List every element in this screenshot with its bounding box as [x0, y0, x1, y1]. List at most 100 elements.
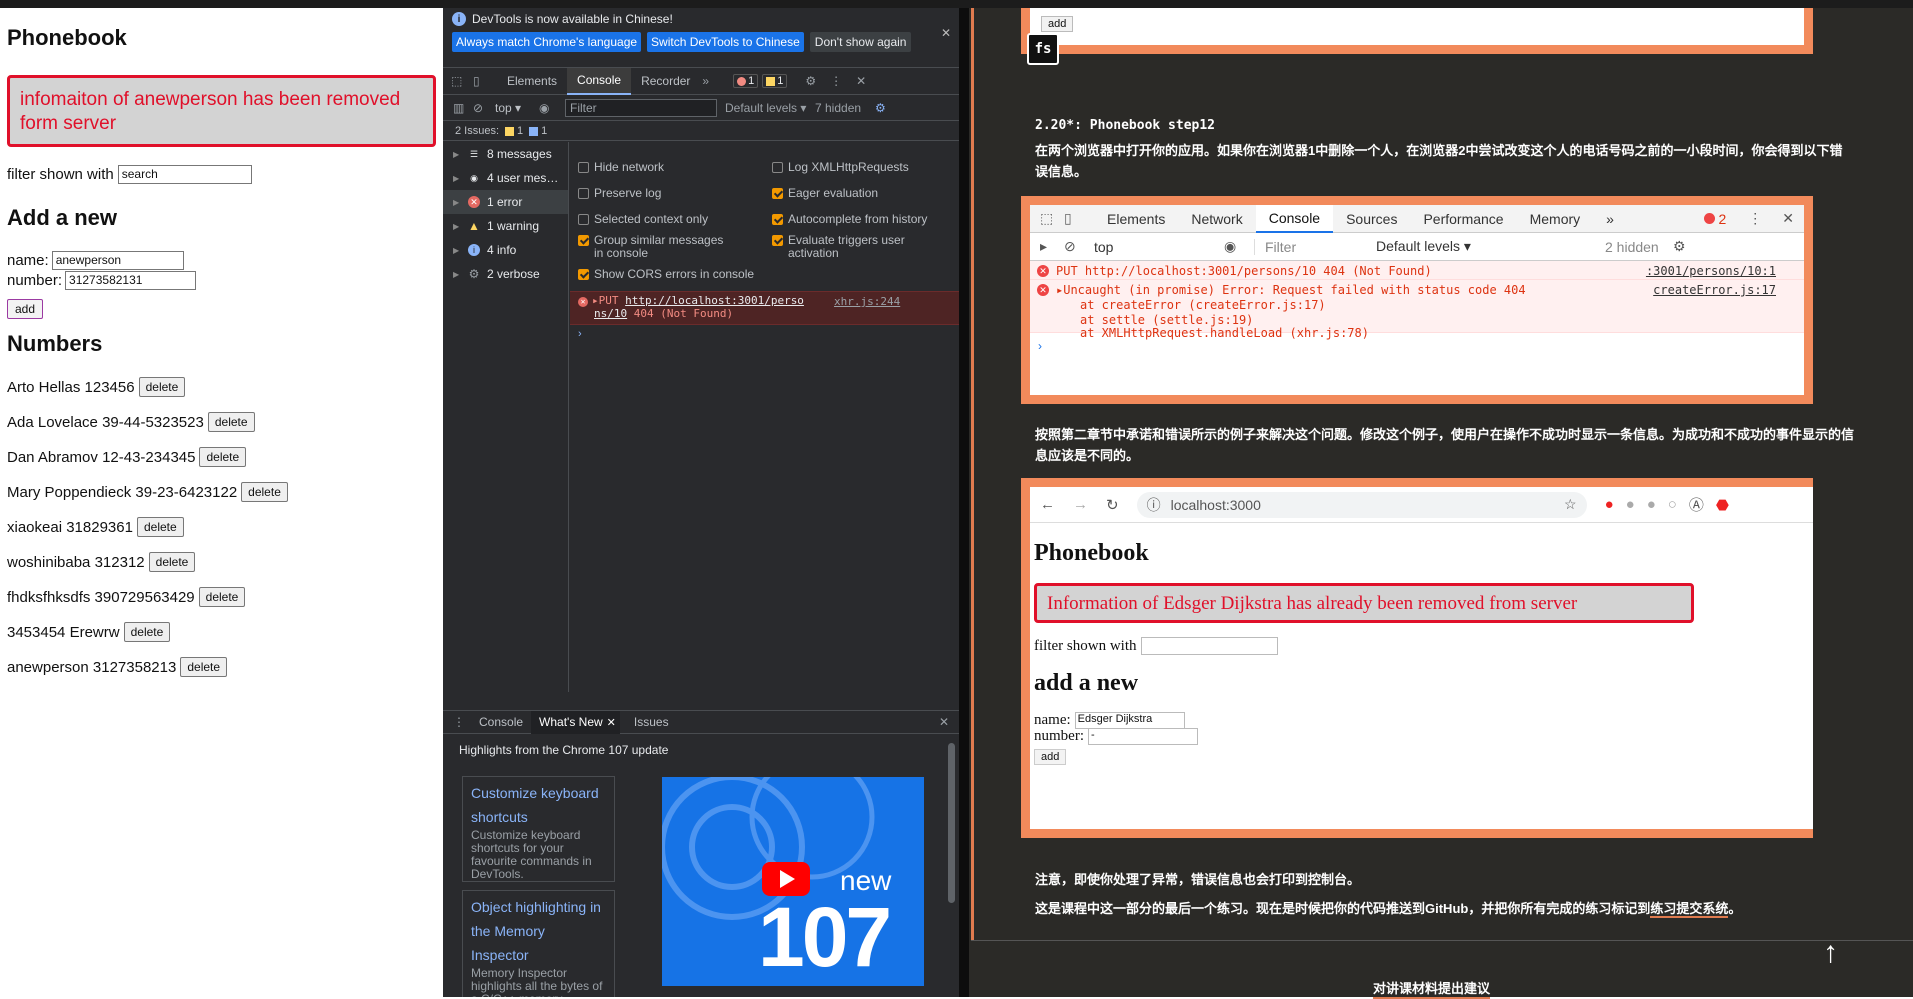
sidebar-item-messages[interactable]: ▶ ☰ 8 messages — [443, 142, 568, 166]
error-status: 404 (Not Found) — [633, 307, 734, 320]
filter-input[interactable]: search — [117, 165, 252, 184]
eager-eval-checkbox[interactable]: Eager evaluation — [772, 187, 878, 200]
dont-show-again-button[interactable]: Don't show again — [809, 32, 912, 52]
delete-button[interactable]: delete — [199, 447, 247, 467]
extension-icon: Ⓐ — [1688, 497, 1704, 514]
device-toggle-icon: ▯ — [1064, 210, 1072, 226]
console-prompt[interactable]: › — [578, 328, 582, 340]
sidebar-item-info[interactable]: ▶ i 4 info — [443, 238, 568, 262]
person-name: Arto Hellas — [7, 378, 81, 396]
error-source: :3001/persons/10:1 — [1645, 264, 1776, 278]
scroll-to-top-icon[interactable]: ↑ — [1823, 936, 1838, 970]
eye-icon[interactable]: ◉ — [539, 101, 559, 115]
sidebar-item-label: 4 info — [487, 243, 517, 257]
gear-icon: ⚙ — [468, 267, 480, 281]
settings-icon[interactable]: ⚙ — [805, 74, 816, 88]
drawer-tab-console[interactable]: Console — [471, 711, 531, 734]
delete-button[interactable]: delete — [241, 482, 288, 502]
device-toggle-icon[interactable]: ▯ — [473, 74, 497, 88]
hide-network-checkbox[interactable]: Hide network — [578, 161, 664, 174]
switch-chinese-button[interactable]: Switch DevTools to Chinese — [647, 32, 804, 52]
card-description: Customize keyboard shortcuts for your fa… — [471, 828, 592, 881]
clear-console-icon[interactable]: ⊘ — [473, 101, 495, 115]
drawer-tab-whats-new[interactable]: What's New — [531, 710, 611, 734]
kebab-menu-icon[interactable]: ⋮ — [830, 74, 842, 88]
drawer-scrollbar[interactable] — [948, 743, 955, 903]
show-cors-checkbox[interactable]: Show CORS errors in console — [578, 268, 754, 281]
evaluate-triggers-checkbox[interactable]: Evaluate triggers user activation — [772, 234, 922, 260]
more-tabs-icon[interactable]: » — [702, 74, 709, 88]
fs-logo[interactable]: fs — [1027, 33, 1059, 65]
delete-button[interactable]: delete — [138, 377, 186, 397]
match-language-button[interactable]: Always match Chrome's language — [452, 32, 642, 52]
name-input[interactable]: anewperson — [51, 251, 184, 270]
sidebar-item-user-messages[interactable]: ▶ ◉ 4 user mes… — [443, 166, 568, 190]
list-item: fhdksfhksdfs 390729563429 delete — [7, 587, 246, 607]
sidebar-toggle-icon[interactable]: ▥ — [453, 101, 473, 115]
close-tab-icon[interactable]: ✕ — [606, 710, 620, 734]
autocomplete-checkbox[interactable]: Autocomplete from history — [772, 213, 927, 226]
eye-icon: ◉ — [1224, 238, 1237, 254]
delete-button[interactable]: delete — [180, 657, 228, 677]
drawer-menu-icon[interactable]: ⋮ — [453, 715, 465, 729]
submission-system-link[interactable]: 练习提交系统 — [1650, 901, 1729, 918]
tab-console[interactable]: Console — [567, 67, 632, 95]
tab-elements[interactable]: Elements — [497, 68, 567, 95]
feedback-link[interactable]: 对讲课材料提出建议 — [1373, 978, 1491, 999]
sidebar-item-errors[interactable]: ▶ ✕ 1 error — [443, 190, 568, 214]
delete-button[interactable]: delete — [148, 552, 196, 572]
card-title[interactable]: Customize keyboard shortcuts — [471, 781, 606, 829]
inspect-icon[interactable]: ⬚ — [451, 74, 473, 88]
number-input[interactable]: 31273582131 — [65, 271, 197, 290]
delete-button[interactable]: delete — [198, 587, 246, 607]
error-source-link[interactable]: xhr.js:244 — [834, 295, 900, 308]
warning-badge[interactable]: 1 — [762, 74, 788, 88]
error-icon: ✕ — [1037, 284, 1049, 296]
context-selector[interactable]: top ▾ — [495, 101, 539, 115]
console-settings-icon[interactable]: ⚙ — [875, 101, 886, 115]
error-icon — [1704, 213, 1716, 224]
error-icon: ✕ — [468, 196, 480, 208]
card-title[interactable]: Object highlighting in the Memory Inspec… — [471, 895, 606, 967]
sidebar-item-label: 1 error — [487, 195, 523, 209]
add-button[interactable]: add — [7, 299, 44, 319]
error-url[interactable]: http://localhost:3001/perso — [625, 294, 804, 307]
error-url-cont[interactable]: ns/10 — [594, 307, 627, 320]
whats-new-card[interactable]: Customize keyboard shortcuts Customize k… — [462, 776, 615, 882]
list-item: xiaokeai 31829361 delete — [7, 517, 184, 537]
group-similar-checkbox[interactable]: Group similar messages in console — [578, 234, 728, 260]
tab-recorder[interactable]: Recorder — [631, 68, 700, 95]
promo-version-text: 107 — [758, 890, 892, 984]
delete-button[interactable]: delete — [136, 517, 184, 537]
person-number: Erewrw — [69, 623, 120, 641]
whats-new-card[interactable]: Object highlighting in the Memory Inspec… — [462, 890, 615, 997]
chrome-107-promo-image[interactable]: new 107 — [662, 777, 924, 986]
split-divider[interactable] — [959, 8, 969, 997]
add-new-title: Add a new — [7, 205, 118, 230]
issues-label: 2 Issues: — [455, 125, 500, 137]
error-source: createError.js:17 — [1653, 283, 1776, 297]
selected-context-checkbox[interactable]: Selected context only — [578, 213, 708, 226]
error-badge[interactable]: 1 — [733, 74, 759, 88]
levels-dropdown[interactable]: Default levels ▾ — [725, 101, 815, 115]
sidebar-item-warnings[interactable]: ▶ ▲ 1 warning — [443, 214, 568, 238]
person-number: 39-23-6423122 — [135, 483, 238, 501]
delete-button[interactable]: delete — [207, 412, 255, 432]
drawer-tab-issues[interactable]: Issues — [626, 711, 677, 734]
error-icon: ✕ — [578, 297, 588, 307]
delete-button[interactable]: delete — [123, 622, 171, 642]
close-drawer-icon[interactable]: ✕ — [939, 715, 949, 729]
person-number: 312312 — [94, 553, 145, 571]
sidebar-item-verbose[interactable]: ▶ ⚙ 2 verbose — [443, 262, 568, 286]
console-error-message[interactable]: ✕ ▸PUT http://localhost:3001/perso ns/10 … — [570, 291, 959, 325]
close-devtools-icon[interactable]: ✕ — [856, 74, 866, 88]
close-icon[interactable]: ✕ — [941, 26, 951, 40]
checkbox-label: Preserve log — [594, 186, 662, 200]
browser-screenshot-frame: ← → ↻ ⓘ localhost:3000 ☆ ● ● ● ○ Ⓐ ⬣ Pho… — [1021, 478, 1813, 838]
log-xhr-checkbox[interactable]: Log XMLHttpRequests — [772, 161, 909, 174]
issues-bar[interactable]: 2 Issues: 1 1 — [443, 122, 959, 141]
issues-info-count: 1 — [541, 125, 548, 137]
filter-input[interactable]: Filter — [565, 99, 717, 117]
content-border — [971, 8, 974, 940]
preserve-log-checkbox[interactable]: Preserve log — [578, 187, 661, 200]
